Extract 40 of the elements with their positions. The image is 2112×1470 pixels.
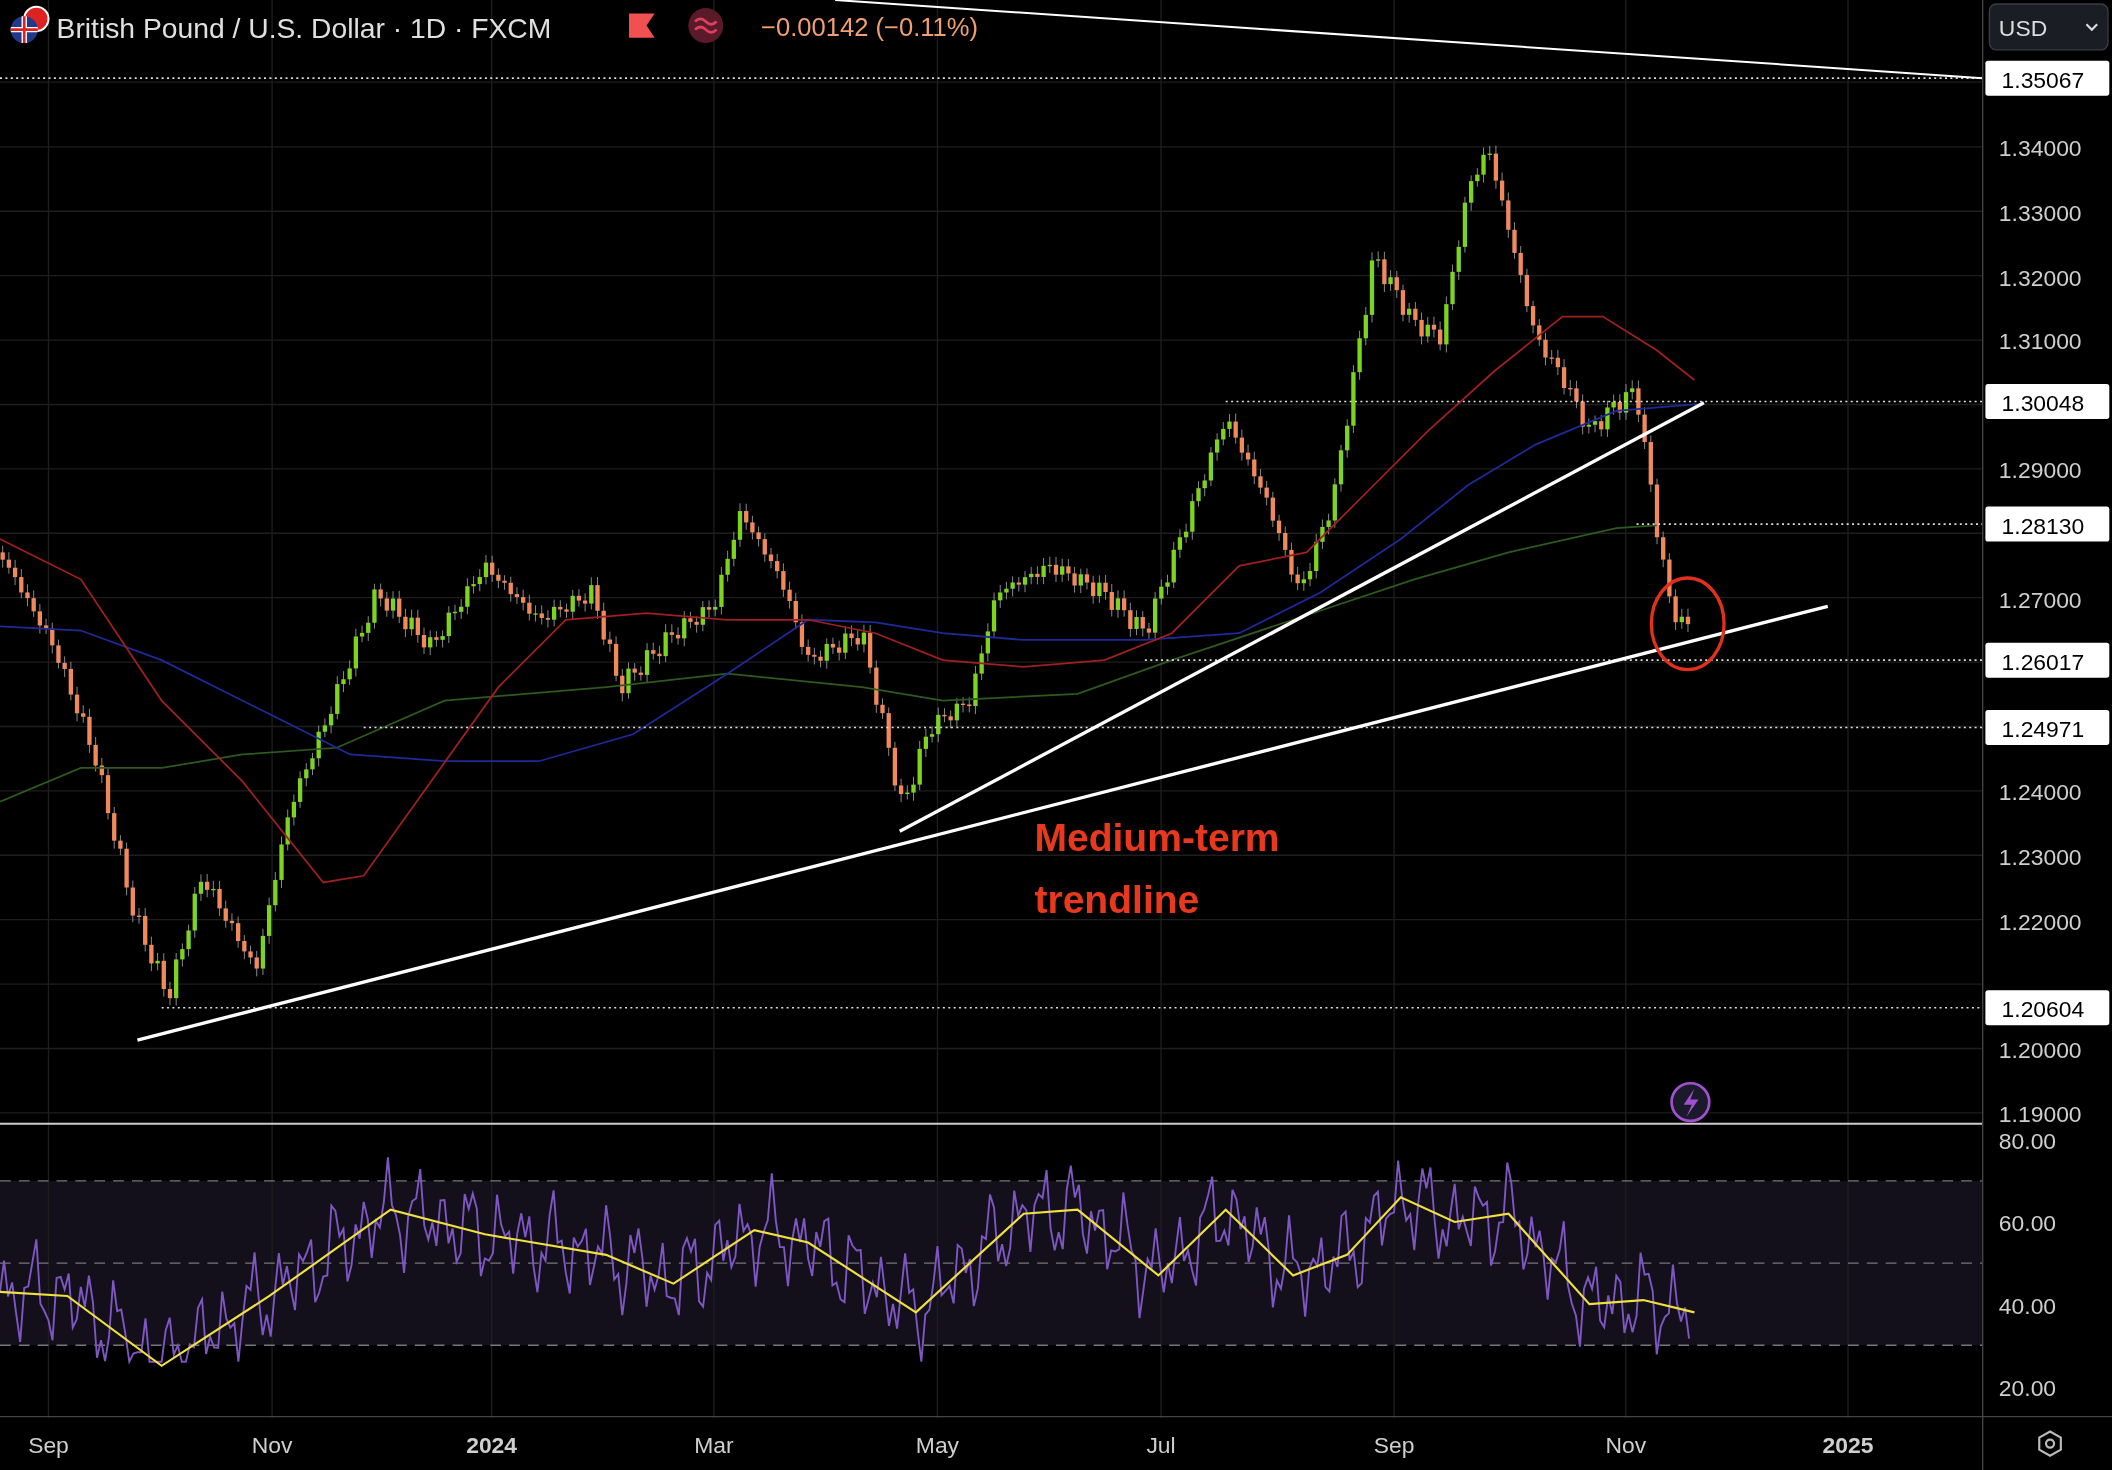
price-tick-label: 1.33000 [1998,199,2082,226]
flag-icon[interactable] [629,13,655,38]
price-tick-label: 1.31000 [1998,327,2082,354]
price-tick-label: 1.34000 [1998,135,2082,162]
price-tick-label: 1.20000 [1998,1036,2082,1063]
time-axis-label: Sep [1373,1432,1415,1459]
price-level-label: 1.24971 [1985,710,2110,746]
price-tick-label: 1.32000 [1998,264,2082,291]
time-axis-label: Mar [694,1432,734,1459]
rsi-tick-label: 60.00 [1998,1210,2057,1237]
time-axis-label: Sep [28,1432,69,1459]
time-axis-label: Nov [1605,1432,1647,1459]
price-tick-label: 1.22000 [1998,908,2082,935]
symbol-title: British Pound / U.S. Dollar · 1D · FXCM [56,11,552,44]
price-tick-label: 1.24000 [1998,779,2082,806]
settings-icon[interactable] [2038,1430,2062,1457]
price-tick-label: 1.23000 [1998,843,2082,870]
annotation-text: trendline [1034,878,1200,922]
price-level-label: 1.35067 [1985,60,2110,96]
price-level-label: 1.26017 [1985,642,2110,678]
rsi-tick-label: 80.00 [1998,1128,2057,1155]
rsi-tick-label: 20.00 [1998,1374,2057,1401]
price-tick-label: 1.19000 [1998,1101,2082,1125]
time-axis-label: Jul [1146,1432,1176,1459]
wave-icon[interactable] [688,8,724,44]
price-tick-label: 1.29000 [1998,457,2082,484]
flag-icon [8,5,50,46]
lightning-icon[interactable] [1670,1081,1711,1123]
price-level-label: 1.20604 [1985,990,2110,1026]
rsi-tick-label: 40.00 [1998,1292,2057,1319]
currency-dropdown[interactable]: USD [1988,3,2109,51]
time-axis-label: Nov [251,1432,293,1459]
time-axis-label: 2024 [466,1432,518,1459]
price-level-label: 1.30048 [1985,384,2110,419]
price-tick-label: 1.27000 [1998,586,2082,613]
time-axis-label: May [915,1432,960,1459]
price-change: −0.00142 (−0.11%) [761,13,979,42]
annotation-text: Medium-term [1034,816,1280,860]
price-level-label: 1.28130 [1985,506,2110,542]
time-axis-label: 2025 [1822,1432,1874,1459]
